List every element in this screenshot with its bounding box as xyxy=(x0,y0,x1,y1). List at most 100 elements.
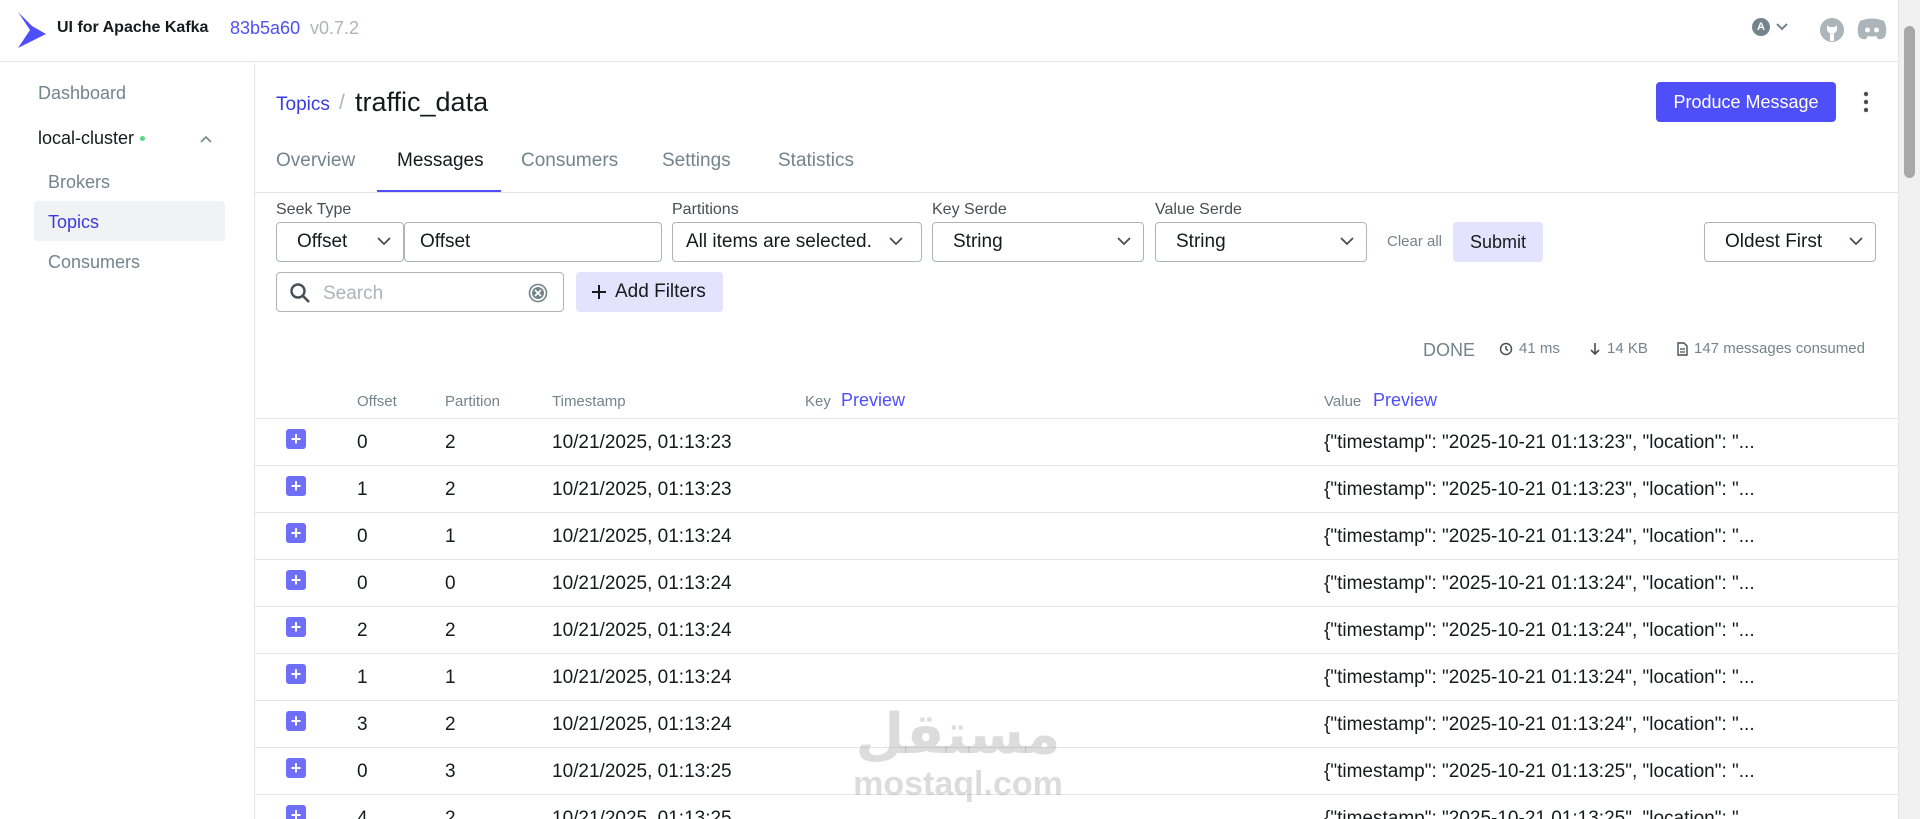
page-scrollbar[interactable] xyxy=(1898,0,1920,819)
table-row[interactable]: +0 2 10/21/2025, 01:13:23 {"timestamp": "20… xyxy=(255,418,1898,465)
table-row[interactable]: +2 2 10/21/2025, 01:13:24 {"timestamp": "20… xyxy=(255,606,1898,653)
cell-partition: 2 xyxy=(445,714,456,735)
chevron-down-icon xyxy=(1340,237,1354,246)
expand-row-icon[interactable]: + xyxy=(286,523,306,543)
top-navbar: UI for Apache Kafka 83b5a60 v0.7.2 A xyxy=(0,0,1898,62)
expand-row-icon[interactable]: + xyxy=(286,664,306,684)
cell-offset: 4 xyxy=(357,808,368,819)
seek-type-value: Offset xyxy=(297,231,348,252)
tab-messages[interactable]: Messages xyxy=(397,150,484,172)
cell-offset: 0 xyxy=(357,432,368,453)
sidebar-item-topics[interactable]: Topics xyxy=(48,212,99,233)
clear-all-button[interactable]: Clear all xyxy=(1387,233,1442,250)
column-header-value: Value xyxy=(1324,393,1362,410)
cell-partition: 2 xyxy=(445,620,456,641)
expand-row-icon[interactable]: + xyxy=(286,617,306,637)
cluster-name: local-cluster xyxy=(38,128,135,148)
table-row[interactable]: +1 2 10/21/2025, 01:13:23 {"timestamp": "20… xyxy=(255,465,1898,512)
produce-message-button[interactable]: Produce Message xyxy=(1656,82,1836,122)
cell-value: {"timestamp": "2025-10-21 01:13:24", "lo… xyxy=(1324,667,1755,688)
cell-timestamp: 10/21/2025, 01:13:23 xyxy=(552,432,732,453)
submit-button[interactable]: Submit xyxy=(1453,222,1543,262)
arrow-down-icon xyxy=(1590,342,1600,355)
app-title[interactable]: UI for Apache Kafka xyxy=(57,19,208,37)
cell-value: {"timestamp": "2025-10-21 01:13:24", "lo… xyxy=(1324,526,1755,547)
sidebar-item-dashboard[interactable]: Dashboard xyxy=(38,83,126,104)
user-menu[interactable]: A xyxy=(1752,18,1788,36)
scrollbar-thumb[interactable] xyxy=(1904,26,1915,178)
tab-overview[interactable]: Overview xyxy=(276,150,355,172)
value-serde-value: String xyxy=(1176,231,1226,252)
messages-consumed: 147 messages consumed xyxy=(1694,340,1865,357)
cell-partition: 1 xyxy=(445,526,456,547)
cell-offset: 2 xyxy=(357,620,368,641)
cell-timestamp: 10/21/2025, 01:13:24 xyxy=(552,526,732,547)
chevron-down-icon xyxy=(889,237,903,246)
page-title: traffic_data xyxy=(355,87,489,117)
expand-row-icon[interactable]: + xyxy=(286,805,306,819)
sidebar-cluster-toggle[interactable]: local-cluster xyxy=(38,128,146,149)
key-preview-link[interactable]: Preview xyxy=(841,390,905,411)
table-row[interactable]: +0 1 10/21/2025, 01:13:24 {"timestamp": "20… xyxy=(255,512,1898,559)
column-header-offset[interactable]: Offset xyxy=(357,393,397,410)
expand-row-icon[interactable]: + xyxy=(286,476,306,496)
more-options-icon[interactable] xyxy=(1858,90,1874,114)
chevron-down-icon xyxy=(1117,237,1131,246)
clear-search-icon[interactable] xyxy=(528,283,548,303)
breadcrumb-separator: / xyxy=(339,91,345,114)
tab-consumers[interactable]: Consumers xyxy=(521,150,618,172)
cell-partition: 0 xyxy=(445,573,456,594)
value-preview-link[interactable]: Preview xyxy=(1373,390,1437,411)
add-filters-label: Add Filters xyxy=(615,281,706,302)
sidebar-item-consumers[interactable]: Consumers xyxy=(48,252,140,273)
cell-partition: 1 xyxy=(445,667,456,688)
cell-timestamp: 10/21/2025, 01:13:24 xyxy=(552,714,732,735)
version-number: v0.7.2 xyxy=(310,18,360,38)
expand-row-icon[interactable]: + xyxy=(286,711,306,731)
discord-icon[interactable] xyxy=(1857,17,1887,41)
table-row[interactable]: +1 1 10/21/2025, 01:13:24 {"timestamp": "20… xyxy=(255,653,1898,700)
tab-statistics[interactable]: Statistics xyxy=(778,150,854,172)
cell-timestamp: 10/21/2025, 01:13:24 xyxy=(552,667,732,688)
partitions-select[interactable]: All items are selected. xyxy=(672,222,922,262)
expand-row-icon[interactable]: + xyxy=(286,570,306,590)
github-icon[interactable] xyxy=(1819,17,1845,43)
table-row[interactable]: +0 0 10/21/2025, 01:13:24 {"timestamp": "20… xyxy=(255,559,1898,606)
value-serde-label: Value Serde xyxy=(1155,201,1242,218)
offset-input[interactable]: Offset xyxy=(404,222,662,262)
chevron-down-icon xyxy=(377,237,391,246)
search-input[interactable]: Search xyxy=(276,272,564,312)
column-header-timestamp[interactable]: Timestamp xyxy=(552,393,626,410)
sort-order-select[interactable]: Oldest First xyxy=(1704,222,1876,262)
file-icon xyxy=(1677,341,1688,356)
consume-status: DONE xyxy=(1423,340,1476,360)
cell-value: {"timestamp": "2025-10-21 01:13:23", "lo… xyxy=(1324,432,1755,453)
seek-type-label: Seek Type xyxy=(276,201,352,218)
cell-value: {"timestamp": "2025-10-21 01:13:25", "lo… xyxy=(1324,761,1755,782)
chevron-down-icon xyxy=(1849,237,1863,246)
add-filters-button[interactable]: Add Filters xyxy=(576,272,723,312)
table-row[interactable]: +4 2 10/21/2025, 01:13:25 {"timestamp": "20… xyxy=(255,794,1898,819)
tab-settings[interactable]: Settings xyxy=(662,150,731,172)
key-serde-select[interactable]: String xyxy=(932,222,1144,262)
expand-row-icon[interactable]: + xyxy=(286,758,306,778)
table-row[interactable]: +3 2 10/21/2025, 01:13:24 {"timestamp": "20… xyxy=(255,700,1898,747)
cell-timestamp: 10/21/2025, 01:13:24 xyxy=(552,620,732,641)
value-serde-select[interactable]: String xyxy=(1155,222,1367,262)
expand-row-icon[interactable]: + xyxy=(286,429,306,449)
watermark: مستقل mostaql.com xyxy=(848,705,1068,804)
cell-offset: 0 xyxy=(357,761,368,782)
chevron-up-icon[interactable] xyxy=(200,135,212,143)
kafka-logo-icon[interactable] xyxy=(16,10,48,50)
seek-type-select[interactable]: Offset xyxy=(276,222,404,262)
breadcrumb-topics-link[interactable]: Topics xyxy=(276,94,330,116)
cell-value: {"timestamp": "2025-10-21 01:13:24", "lo… xyxy=(1324,620,1755,641)
cell-timestamp: 10/21/2025, 01:13:24 xyxy=(552,573,732,594)
version-hash-link[interactable]: 83b5a60 xyxy=(230,18,300,39)
column-header-partition[interactable]: Partition xyxy=(445,393,500,410)
table-row[interactable]: +0 3 10/21/2025, 01:13:25 {"timestamp": "20… xyxy=(255,747,1898,794)
sidebar-item-brokers[interactable]: Brokers xyxy=(48,172,110,193)
cell-offset: 1 xyxy=(357,479,368,500)
cell-value: {"timestamp": "2025-10-21 01:13:24", "lo… xyxy=(1324,573,1755,594)
partitions-value: All items are selected. xyxy=(686,231,872,252)
